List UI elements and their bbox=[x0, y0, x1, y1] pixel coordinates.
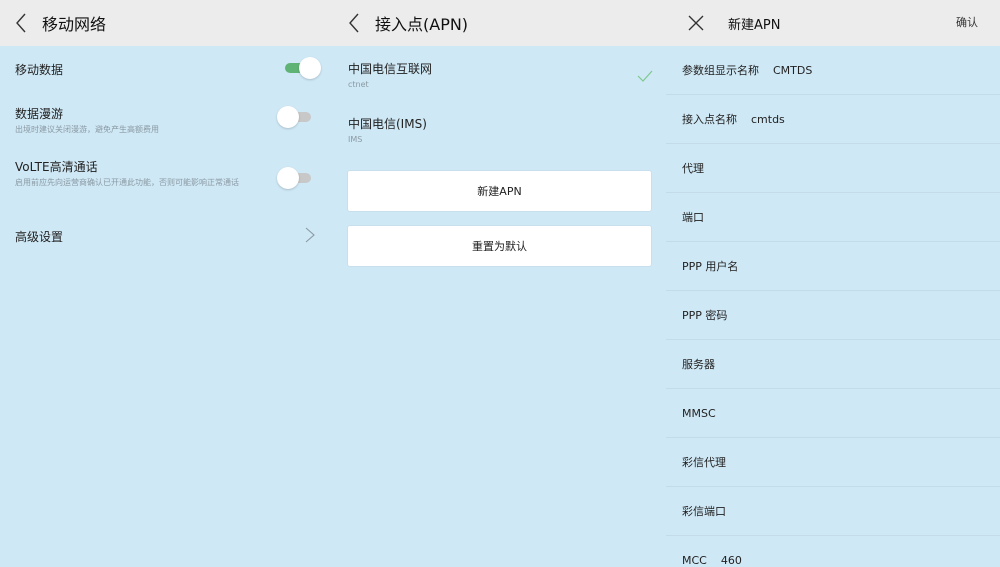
back-button[interactable] bbox=[333, 0, 375, 46]
field-label: 接入点名称 bbox=[682, 113, 737, 126]
apn-name: 中国电信互联网 bbox=[348, 62, 433, 76]
row-title: 高级设置 bbox=[15, 230, 64, 244]
apn-id: IMS bbox=[348, 135, 363, 144]
field-label: PPP 密码 bbox=[682, 309, 728, 322]
apn-item-ims[interactable]: 中国电信(IMS) IMS bbox=[348, 115, 653, 144]
data-roaming-toggle[interactable] bbox=[277, 106, 313, 128]
field-mms-port[interactable]: 彩信端口 bbox=[666, 487, 1000, 536]
field-label: 端口 bbox=[682, 211, 704, 224]
apn-name: 中国电信(IMS) bbox=[348, 117, 427, 131]
toggle-knob bbox=[277, 106, 299, 128]
field-ppp-password[interactable]: PPP 密码 bbox=[666, 291, 1000, 340]
chevron-left-icon bbox=[16, 13, 26, 33]
field-server[interactable]: 服务器 bbox=[666, 340, 1000, 389]
mobile-network-pane: 移动网络 移动数据 数据漫游 出境时建议关闭漫游，避免产生高额费用 VoLTE高… bbox=[0, 0, 333, 567]
checkmark-icon bbox=[637, 70, 653, 82]
field-value: cmtds bbox=[751, 112, 785, 126]
back-button[interactable] bbox=[0, 0, 42, 46]
data-roaming-row[interactable]: 数据漫游 出境时建议关闭漫游，避免产生高额费用 bbox=[15, 105, 270, 135]
apn-pane: 接入点(APN) 中国电信互联网 ctnet 中国电信(IMS) IMS 新建A… bbox=[333, 0, 666, 567]
field-label: MMSC bbox=[682, 406, 716, 420]
volte-row[interactable]: VoLTE高清通话 启用前应先向运营商确认已开通此功能，否则可能影响正常通话 bbox=[15, 158, 265, 188]
new-apn-button[interactable]: 新建APN bbox=[348, 171, 651, 211]
mobile-data-toggle[interactable] bbox=[283, 57, 321, 79]
field-label: MCC bbox=[682, 553, 707, 567]
field-value: 460 bbox=[720, 553, 742, 567]
apn-field-list: 参数组显示名称 CMTDS 接入点名称 cmtds 代理 端口 PPP 用户名 PP… bbox=[666, 46, 1000, 567]
row-title: 移动数据 bbox=[15, 63, 64, 77]
field-value: CMTDS bbox=[773, 63, 813, 77]
row-title: 数据漫游 bbox=[15, 107, 64, 121]
close-button[interactable] bbox=[674, 0, 718, 46]
toggle-knob bbox=[277, 167, 299, 189]
row-subtitle: 出境时建议关闭漫游，避免产生高额费用 bbox=[15, 125, 159, 134]
field-label: 彩信端口 bbox=[682, 505, 726, 518]
field-label: 代理 bbox=[682, 162, 704, 175]
field-mmsc[interactable]: MMSC bbox=[666, 389, 1000, 438]
reset-default-button[interactable]: 重置为默认 bbox=[348, 226, 651, 266]
apn-header: 接入点(APN) bbox=[333, 0, 666, 46]
confirm-button[interactable]: 确认 bbox=[956, 0, 978, 46]
new-apn-header: 新建APN 确认 bbox=[666, 0, 1000, 46]
chevron-right-icon[interactable] bbox=[305, 227, 315, 243]
page-title: 接入点(APN) bbox=[375, 15, 469, 34]
page-title: 移动网络 bbox=[42, 15, 107, 34]
field-label: 服务器 bbox=[682, 358, 715, 371]
mobile-data-row[interactable]: 移动数据 bbox=[15, 61, 320, 78]
field-proxy[interactable]: 代理 bbox=[666, 144, 1000, 193]
field-label: PPP 用户名 bbox=[682, 260, 739, 273]
advanced-settings-row[interactable]: 高级设置 bbox=[15, 228, 320, 245]
chevron-left-icon bbox=[349, 13, 359, 33]
close-icon bbox=[688, 15, 704, 31]
field-ppp-username[interactable]: PPP 用户名 bbox=[666, 242, 1000, 291]
toggle-knob bbox=[299, 57, 321, 79]
apn-item-ctnet[interactable]: 中国电信互联网 ctnet bbox=[348, 60, 653, 89]
page-title: 新建APN bbox=[728, 17, 781, 33]
new-apn-pane: 新建APN 确认 参数组显示名称 CMTDS 接入点名称 cmtds 代理 端口 P… bbox=[666, 0, 1000, 567]
field-mms-proxy[interactable]: 彩信代理 bbox=[666, 438, 1000, 487]
field-apn-name[interactable]: 接入点名称 cmtds bbox=[666, 95, 1000, 144]
row-subtitle: 启用前应先向运营商确认已开通此功能，否则可能影响正常通话 bbox=[15, 178, 239, 187]
volte-toggle[interactable] bbox=[277, 167, 313, 189]
mobile-network-header: 移动网络 bbox=[0, 0, 333, 46]
field-label: 彩信代理 bbox=[682, 456, 726, 469]
apn-id: ctnet bbox=[348, 80, 369, 89]
field-port[interactable]: 端口 bbox=[666, 193, 1000, 242]
row-title: VoLTE高清通话 bbox=[15, 160, 98, 174]
field-label: 参数组显示名称 bbox=[682, 64, 759, 77]
field-display-name[interactable]: 参数组显示名称 CMTDS bbox=[666, 46, 1000, 95]
field-mcc[interactable]: MCC 460 bbox=[666, 536, 1000, 567]
